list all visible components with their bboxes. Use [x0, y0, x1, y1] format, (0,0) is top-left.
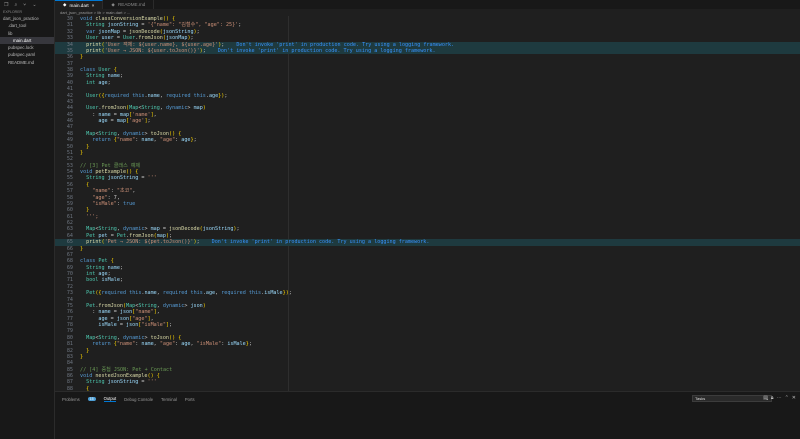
- inline-diagnostic: Don't invoke 'print' in production code.…: [236, 41, 455, 48]
- file-tree-item[interactable]: README.md: [0, 59, 54, 66]
- code-text: "name": "초코",: [92, 188, 136, 195]
- tab-label: README.md: [117, 2, 146, 7]
- code-text: String name;: [86, 73, 123, 80]
- tab-label: main.dart: [69, 2, 89, 8]
- dart-file-icon: ◆: [63, 2, 67, 7]
- code-text: User.fromJson(Map<String, dynamic> map): [86, 105, 206, 112]
- code-text: print('User 객체: ${user.name}, ${user.age…: [86, 41, 225, 48]
- code-text: User({required this.name, required this.…: [86, 92, 228, 99]
- sidebar-toolbar: ❐ ⌕ ⑂ ⌄: [0, 0, 54, 9]
- inline-diagnostic: Don't invoke 'print' in production code.…: [217, 47, 436, 54]
- code-text: "age": 7,: [92, 194, 120, 201]
- code-text: Pet({required this.name, required this.a…: [86, 290, 292, 297]
- code-text: age = map['age'];: [98, 118, 151, 124]
- code-text: }: [86, 207, 90, 214]
- code-text: String jsonString = '{"name": "김철수", "ag…: [86, 22, 242, 29]
- file-tree-item-label: lib: [8, 30, 13, 36]
- code-text: int age;: [86, 271, 111, 277]
- code-text: Pet pet = Pet.fromJson(map);: [86, 232, 173, 239]
- panel-tab-debug-console[interactable]: Debug Console: [124, 397, 153, 402]
- code-text: String name;: [86, 264, 123, 271]
- code-text: isMale = json["isMale"];: [98, 322, 173, 328]
- code-text: class User {: [80, 67, 117, 73]
- file-tree-item[interactable]: pubspec.lock: [0, 44, 54, 51]
- output-channel-select[interactable]: Tasks ⌄: [692, 395, 772, 402]
- code-text: }: [80, 353, 84, 360]
- code-text: String jsonString = ''': [86, 379, 157, 386]
- code-text: Map<String, dynamic> toJson() {: [86, 130, 182, 137]
- code-text: String jsonString = ''': [86, 175, 157, 182]
- code-text: User user = User.fromJson(jsonMap);: [86, 35, 194, 42]
- code-text: print('Pet → JSON: ${pet.toJson()}');: [86, 239, 200, 246]
- code-text: // [3] Pet 클래스 예제: [80, 162, 141, 169]
- file-tree-item[interactable]: pubspec.yaml: [0, 51, 54, 58]
- file-tree-item-label: main.dart: [13, 37, 32, 43]
- file-tree-item-label: pubspec.lock: [8, 45, 34, 51]
- panel-tab-problems[interactable]: Problems: [62, 397, 80, 402]
- file-tree-item-label: README.md: [8, 59, 35, 65]
- code-text: age = json["age"],: [98, 315, 154, 322]
- maximize-icon[interactable]: ⌃: [785, 395, 789, 401]
- file-tree-item[interactable]: main.dart: [0, 36, 54, 45]
- panel-actions: ▤ 🔒︎ ⋯ ⌃ ✕: [763, 395, 796, 401]
- code-text: ''';: [86, 213, 99, 220]
- code-text: : name = map['name'],: [80, 111, 157, 118]
- code-text: Pet.fromJson(Map<String, dynamic> json): [86, 302, 206, 309]
- breadcrumb[interactable]: dart_json_practice > lib > main.dart > .…: [60, 9, 130, 16]
- panel-tab-ports[interactable]: Ports: [185, 397, 195, 402]
- editor-tabs: ◆ main.dart × ◆ README.md: [55, 0, 800, 9]
- file-tree: dart_json_practice .dart_tool lib main.dart…: [0, 15, 54, 66]
- tab-main-dart[interactable]: ◆ main.dart ×: [55, 0, 104, 9]
- code-text: bool isMale;: [86, 277, 123, 284]
- file-tree-item[interactable]: .dart_tool: [0, 22, 54, 29]
- panel-tabs: Problems 15 Output Debug Console Terminal Por…: [55, 392, 800, 406]
- code-text: {: [86, 181, 90, 188]
- file-tree-item[interactable]: lib: [0, 30, 54, 37]
- inline-diagnostic: Don't invoke 'print' in production code.…: [211, 239, 430, 246]
- file-tree-item-label: dart_json_practice: [3, 16, 39, 21]
- more-icon[interactable]: ⋯: [777, 395, 782, 401]
- code-text: class Pet {: [80, 258, 114, 265]
- code-text: Map<String, dynamic> map = jsonDecode(js…: [86, 226, 240, 233]
- code-text: void nestedJsonExample() {: [80, 373, 160, 379]
- tab-readme-md[interactable]: ◆ README.md: [103, 0, 155, 9]
- code-text: int age;: [86, 79, 111, 86]
- file-tree-item-label: pubspec.yaml: [8, 52, 36, 58]
- code-text: return {"name": name, "age": age};: [92, 137, 197, 144]
- search-icon[interactable]: ⌕: [14, 2, 17, 8]
- source-control-icon[interactable]: ⑂: [23, 2, 26, 8]
- file-tree-item-label: .dart_tool: [8, 23, 27, 29]
- lock-icon[interactable]: 🔒︎: [771, 395, 774, 401]
- close-icon[interactable]: ×: [92, 3, 95, 8]
- dart-file-icon: ◆: [111, 1, 115, 7]
- files-icon[interactable]: ❐: [4, 2, 8, 8]
- code-text: }: [80, 149, 84, 156]
- code-text: // [4] 중첩 JSON: Pet + Contact: [80, 366, 173, 373]
- problems-count-badge: 15: [87, 397, 96, 401]
- code-text: }: [86, 347, 90, 354]
- code-text: void petExample() {: [80, 169, 139, 175]
- code-text: }: [80, 245, 84, 252]
- file-tree-item[interactable]: dart_json_practice: [0, 15, 54, 22]
- panel-tab-terminal[interactable]: Terminal: [161, 397, 177, 402]
- code-editor[interactable]: 30 void classConversionExample() {31 Stri…: [55, 16, 800, 391]
- panel-tab-output[interactable]: Output: [103, 396, 117, 402]
- output-channel-label: Tasks: [695, 396, 706, 401]
- code-text: }: [80, 54, 84, 61]
- code-text: }: [86, 143, 90, 150]
- code-text: print('User → JSON: ${user.toJson()}');: [86, 47, 206, 54]
- code-text: "isMale": true: [92, 200, 136, 207]
- code-text: : name = json["name"],: [80, 309, 160, 316]
- bottom-panel: Problems 15 Output Debug Console Terminal Por…: [55, 391, 800, 439]
- list-icon[interactable]: ▤: [763, 395, 768, 401]
- code-text: return {"name": name, "age": age, "isMal…: [92, 341, 252, 348]
- code-text: var jsonMap = jsonDecode(jsonString);: [86, 28, 200, 35]
- explorer-sidebar: ❐ ⌕ ⑂ ⌄ EXPLORER dart_json_practice .dart…: [0, 0, 55, 439]
- chevron-down-icon[interactable]: ⌄: [32, 2, 36, 8]
- close-icon[interactable]: ✕: [792, 395, 796, 401]
- code-text: Map<String, dynamic> toJson() {: [86, 334, 182, 341]
